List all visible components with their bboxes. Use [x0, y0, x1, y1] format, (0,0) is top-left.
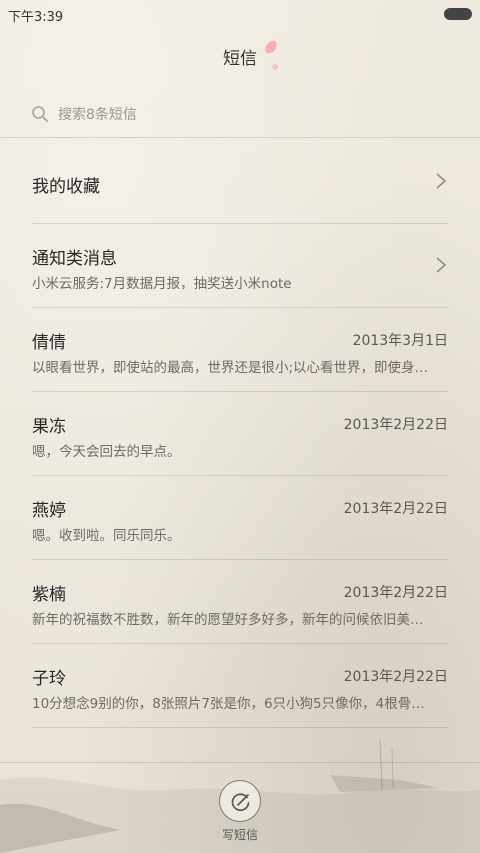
- conversation-preview: 以眼看世界，即使站的最高，世界还是很小;以心看世界，即使身…: [32, 360, 429, 376]
- chevron-right-icon: [436, 173, 447, 189]
- conversation-preview: 嗯。收到啦。同乐同乐。: [32, 528, 181, 544]
- battery-icon: [444, 8, 472, 20]
- conversation-date: 2013年2月22日: [343, 417, 448, 433]
- search-bar[interactable]: 搜索8条短信: [0, 90, 480, 138]
- conversation-date: 2013年2月22日: [343, 585, 448, 601]
- search-input[interactable]: 搜索8条短信: [58, 104, 137, 124]
- favorites-item[interactable]: 我的收藏: [0, 140, 448, 224]
- conversation-item[interactable]: 紫楠 2013年2月22日 新年的祝福数不胜数，新年的愿望好多好多，新年的问候依…: [0, 560, 448, 644]
- compose-icon: [231, 793, 250, 812]
- notification-messages-item[interactable]: 通知类消息 小米云服务:7月数据月报，抽奖送小米note: [0, 224, 448, 308]
- conversation-preview: 10分想念9别的你，8张照片7张是你，6只小狗5只像你，4根骨…: [32, 696, 425, 712]
- page-title: 短信: [223, 49, 257, 69]
- conversation-item[interactable]: 燕婷 2013年2月22日 嗯。收到啦。同乐同乐。: [0, 476, 448, 560]
- conversation-preview: 小米云服务:7月数据月报，抽奖送小米note: [32, 276, 292, 292]
- petal-decoration-small: [272, 64, 278, 70]
- status-time: 下午3:39: [8, 10, 64, 25]
- divider: [0, 762, 480, 763]
- conversation-item[interactable]: 子玲 2013年2月22日 10分想念9别的你，8张照片7张是你，6只小狗5只像…: [0, 644, 448, 728]
- conversation-name: 燕婷: [32, 501, 66, 521]
- chevron-right-icon: [436, 257, 447, 273]
- conversation-date: 2013年2月22日: [343, 501, 448, 517]
- conversation-preview: 嗯，今天会回去的早点。: [32, 444, 181, 460]
- status-bar: 下午3:39: [0, 0, 480, 28]
- conversation-date: 2013年2月22日: [343, 669, 448, 685]
- conversation-name: 果冻: [32, 417, 66, 437]
- conversation-name: 倩倩: [32, 333, 66, 353]
- conversation-item[interactable]: 倩倩 2013年3月1日 以眼看世界，即使站的最高，世界还是很小;以心看世界，即…: [0, 308, 448, 392]
- favorites-label: 我的收藏: [32, 177, 100, 197]
- conversation-item[interactable]: 果冻 2013年2月22日 嗯，今天会回去的早点。: [0, 392, 448, 476]
- conversation-name: 通知类消息: [32, 249, 117, 269]
- conversation-list: 我的收藏 通知类消息 小米云服务:7月数据月报，抽奖送小米note 倩倩 201…: [0, 140, 480, 728]
- conversation-date: 2013年3月1日: [352, 333, 448, 349]
- conversation-name: 紫楠: [32, 585, 66, 605]
- conversation-preview: 新年的祝福数不胜数，新年的愿望好多好多，新年的问候依旧美…: [32, 612, 424, 628]
- compose-button[interactable]: [219, 780, 261, 822]
- conversation-name: 子玲: [32, 669, 66, 689]
- compose-label: 写短信: [221, 828, 258, 842]
- search-icon: [31, 105, 49, 123]
